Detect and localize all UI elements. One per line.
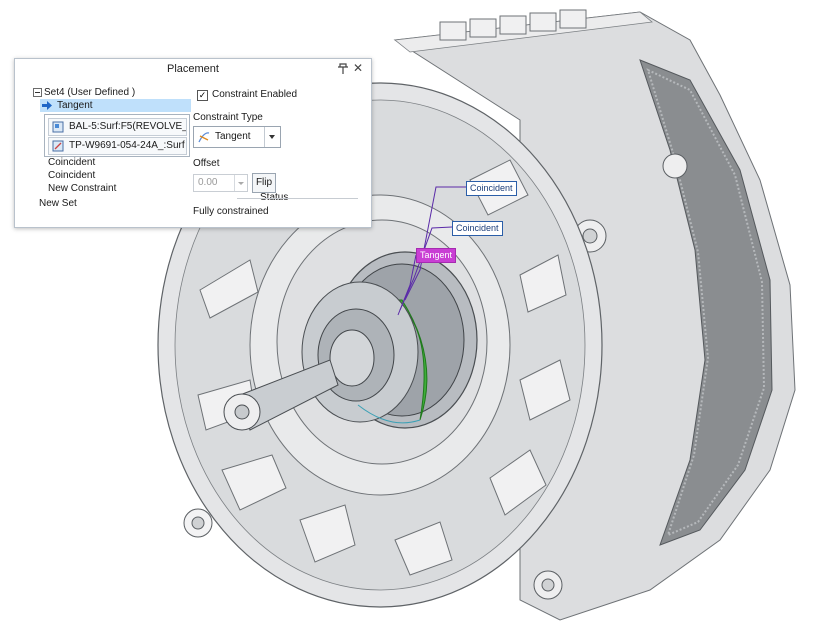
collapse-icon[interactable] [33, 88, 42, 97]
reference-item[interactable]: TP-W9691-054-24A_:Surf [48, 137, 187, 155]
pin-icon[interactable] [337, 63, 349, 75]
arrow-right-icon [42, 101, 52, 110]
chevron-down-icon[interactable] [234, 175, 247, 191]
constraint-type-label: Constraint Type [193, 112, 263, 123]
tree-item-coincident[interactable]: Coincident [48, 169, 95, 182]
flip-button[interactable]: Flip [252, 173, 276, 193]
tangent-icon [198, 132, 210, 143]
status-divider [237, 198, 358, 199]
offset-field[interactable]: 0.00 [193, 174, 248, 192]
tree-item-new-set[interactable]: New Set [39, 197, 77, 210]
tree-item-tangent[interactable]: Tangent [40, 99, 191, 112]
status-text: Fully constrained [193, 206, 269, 217]
constraint-tree: Set4 (User Defined ) Tangent BAL-5:Surf:… [30, 86, 193, 213]
assembly-surface-icon [52, 140, 64, 152]
offset-value: 0.00 [198, 177, 218, 188]
panel-title: Placement [167, 63, 219, 75]
constraint-enabled-label: Constraint Enabled [212, 89, 298, 100]
tree-item-new-constraint[interactable]: New Constraint [48, 182, 116, 195]
reference-label: TP-W9691-054-24A_:Surf [69, 140, 185, 151]
reference-collector[interactable]: BAL-5:Surf:F5(REVOLVE_ TP-W9691-054-24A_… [44, 114, 190, 157]
reference-item[interactable]: BAL-5:Surf:F5(REVOLVE_ [48, 118, 187, 136]
coincident-tag-1[interactable]: Coincident [466, 181, 517, 196]
placement-panel: Placement ✕ Set4 (User Defined ) Tangent… [14, 58, 372, 228]
close-icon[interactable]: ✕ [352, 62, 364, 75]
tangent-tag[interactable]: Tangent [416, 248, 457, 263]
tree-item-coincident[interactable]: Coincident [48, 156, 95, 169]
set-label: Set4 (User Defined ) [44, 87, 136, 98]
constraint-type-value: Tangent [215, 131, 251, 142]
chevron-down-icon[interactable] [264, 127, 280, 147]
constraint-type-dropdown[interactable]: Tangent [193, 126, 281, 148]
offset-label: Offset [193, 158, 220, 169]
tree-item-label: Tangent [57, 100, 93, 111]
coincident-tag-2[interactable]: Coincident [452, 221, 503, 236]
part-surface-icon [52, 121, 64, 133]
constraint-enabled-checkbox[interactable]: ✓ [197, 90, 208, 101]
reference-label: BAL-5:Surf:F5(REVOLVE_ [69, 121, 187, 132]
